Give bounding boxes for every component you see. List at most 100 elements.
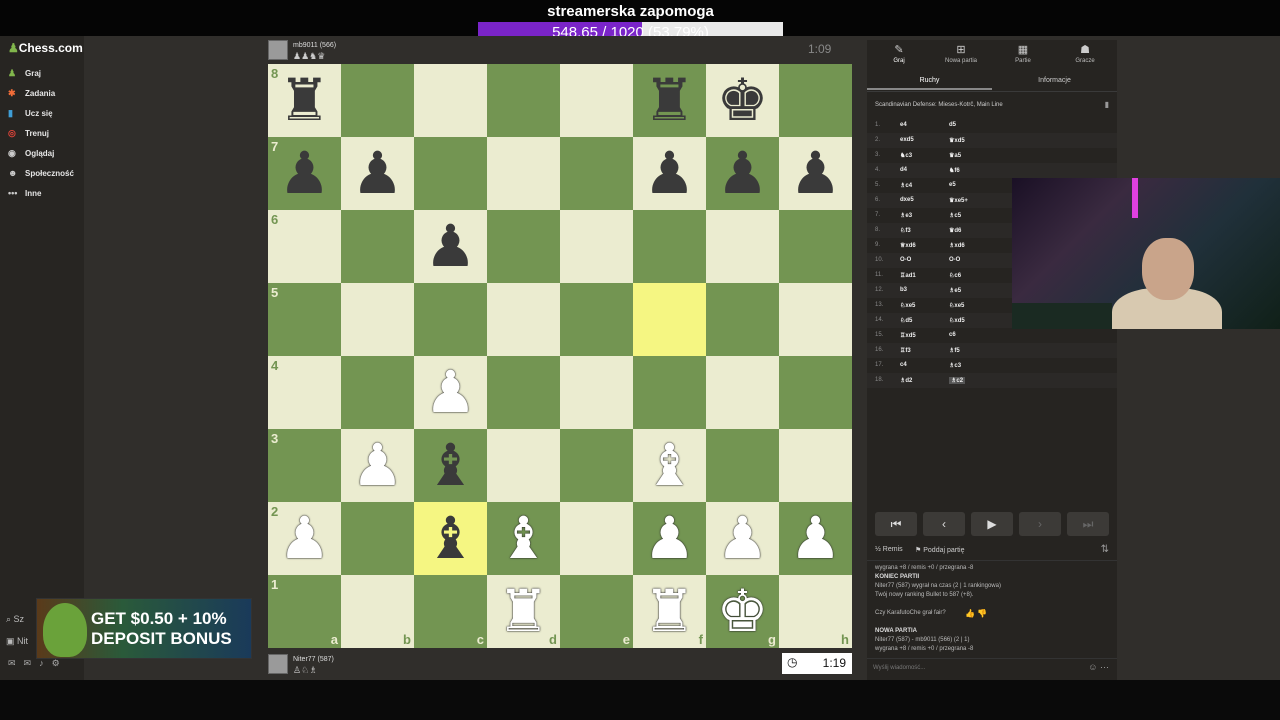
- white-bishop-piece[interactable]: ♝: [487, 502, 560, 575]
- offer-draw-button[interactable]: ½ Remis: [875, 546, 903, 553]
- square-e2[interactable]: [560, 502, 633, 575]
- subtab-info[interactable]: Informacje: [992, 77, 1117, 84]
- square-e5[interactable]: [560, 283, 633, 356]
- white-bishop-piece[interactable]: ♝: [633, 429, 706, 502]
- white-king-piece[interactable]: ♚: [706, 575, 779, 648]
- chat-input[interactable]: Wyślij wiadomość... ☺ ⋯: [867, 658, 1117, 676]
- square-d3[interactable]: [487, 429, 560, 502]
- inbox-icon[interactable]: ✉: [24, 658, 40, 668]
- black-move[interactable]: ♗f5: [949, 347, 960, 354]
- black-move[interactable]: ♘xe5: [949, 302, 964, 309]
- sidebar-search[interactable]: ⌕ Sz: [6, 614, 24, 625]
- black-move[interactable]: e5: [949, 182, 956, 188]
- gear-icon[interactable]: ⚙: [52, 658, 68, 668]
- sidebar-item-0[interactable]: ♟ Graj: [8, 68, 41, 84]
- white-rook-piece[interactable]: ♜: [633, 575, 706, 648]
- black-pawn-piece[interactable]: ♟: [633, 137, 706, 210]
- white-move[interactable]: ♖xd5: [900, 332, 916, 339]
- play-button[interactable]: ▶: [971, 512, 1013, 536]
- sidebar-item-2[interactable]: ▮ Ucz się: [8, 108, 53, 124]
- square-e1[interactable]: e: [560, 575, 633, 648]
- white-pawn-piece[interactable]: ♟: [633, 502, 706, 575]
- square-c4[interactable]: ♟: [414, 356, 487, 429]
- black-move[interactable]: ♗c3: [949, 362, 961, 369]
- square-h3[interactable]: [779, 429, 852, 502]
- white-move[interactable]: ♖f3: [900, 347, 911, 354]
- square-f4[interactable]: [633, 356, 706, 429]
- square-a7[interactable]: 7 ♟: [268, 137, 341, 210]
- square-h7[interactable]: ♟: [779, 137, 852, 210]
- top-player-name[interactable]: mb9011 (566): [293, 42, 336, 49]
- tab-3[interactable]: ☗ Gracze: [1054, 43, 1116, 64]
- deposit-bonus-ad[interactable]: GET $0.50 + 10% DEPOSIT BONUS: [36, 598, 252, 659]
- square-g1[interactable]: g ♚: [706, 575, 779, 648]
- tab-2[interactable]: ▦ Partie: [992, 43, 1054, 64]
- sidebar-footer-icons[interactable]: ✉✉♪⚙: [8, 658, 68, 669]
- square-h8[interactable]: [779, 64, 852, 137]
- square-f5[interactable]: [633, 283, 706, 356]
- black-pawn-piece[interactable]: ♟: [414, 210, 487, 283]
- white-pawn-piece[interactable]: ♟: [779, 502, 852, 575]
- white-move[interactable]: ♗d2: [900, 377, 912, 384]
- black-move[interactable]: ♘c6: [949, 272, 961, 279]
- square-a1[interactable]: 1a: [268, 575, 341, 648]
- black-rook-piece[interactable]: ♜: [268, 64, 341, 137]
- sidebar-item-5[interactable]: ☻ Społeczność: [8, 168, 74, 184]
- black-move[interactable]: ♗xd6: [949, 242, 965, 249]
- black-move[interactable]: ♛xd5: [949, 137, 965, 144]
- black-pawn-piece[interactable]: ♟: [268, 137, 341, 210]
- white-move[interactable]: e4: [900, 122, 907, 128]
- square-g7[interactable]: ♟: [706, 137, 779, 210]
- square-a2[interactable]: 2 ♟: [268, 502, 341, 575]
- square-h2[interactable]: ♟: [779, 502, 852, 575]
- square-d5[interactable]: [487, 283, 560, 356]
- square-a6[interactable]: 6: [268, 210, 341, 283]
- square-b3[interactable]: ♟: [341, 429, 414, 502]
- square-a3[interactable]: 3: [268, 429, 341, 502]
- white-move[interactable]: ♘d5: [900, 317, 912, 324]
- black-bishop-piece[interactable]: ♝: [414, 502, 487, 575]
- square-g4[interactable]: [706, 356, 779, 429]
- square-f1[interactable]: f ♜: [633, 575, 706, 648]
- square-g2[interactable]: ♟: [706, 502, 779, 575]
- sidebar-user[interactable]: ▣ Nit: [6, 636, 28, 647]
- white-pawn-piece[interactable]: ♟: [706, 502, 779, 575]
- square-b7[interactable]: ♟: [341, 137, 414, 210]
- black-pawn-piece[interactable]: ♟: [706, 137, 779, 210]
- black-pawn-piece[interactable]: ♟: [341, 137, 414, 210]
- square-a8[interactable]: 8 ♜: [268, 64, 341, 137]
- white-pawn-piece[interactable]: ♟: [341, 429, 414, 502]
- chesscom-logo[interactable]: ♟Chess.com: [8, 41, 83, 55]
- white-move[interactable]: ♗e3: [900, 212, 912, 219]
- square-c6[interactable]: ♟: [414, 210, 487, 283]
- black-bishop-piece[interactable]: ♝: [414, 429, 487, 502]
- sidebar-item-3[interactable]: ◎ Trenuj: [8, 128, 49, 144]
- bell-icon[interactable]: ♪: [39, 658, 52, 668]
- white-rook-piece[interactable]: ♜: [487, 575, 560, 648]
- square-g3[interactable]: [706, 429, 779, 502]
- black-move[interactable]: ♛d6: [949, 227, 961, 234]
- square-h4[interactable]: [779, 356, 852, 429]
- black-move[interactable]: c6: [949, 332, 956, 338]
- square-a4[interactable]: 4: [268, 356, 341, 429]
- square-f8[interactable]: ♜: [633, 64, 706, 137]
- square-e6[interactable]: [560, 210, 633, 283]
- avatar[interactable]: [268, 40, 288, 60]
- square-c2[interactable]: ♝: [414, 502, 487, 575]
- square-h1[interactable]: h: [779, 575, 852, 648]
- black-move[interactable]: d5: [949, 122, 956, 128]
- next-move-button[interactable]: ›: [1019, 512, 1061, 536]
- resign-button[interactable]: ⚑ Poddaj partię: [915, 546, 965, 554]
- square-d1[interactable]: d ♜: [487, 575, 560, 648]
- white-move[interactable]: ♖ad1: [900, 272, 916, 279]
- square-d7[interactable]: [487, 137, 560, 210]
- square-h5[interactable]: [779, 283, 852, 356]
- bottom-player-name[interactable]: Niter77 (587): [293, 656, 334, 663]
- square-d2[interactable]: ♝: [487, 502, 560, 575]
- square-c3[interactable]: ♝: [414, 429, 487, 502]
- fair-play-vote-icons[interactable]: 👍 👎: [965, 609, 987, 618]
- last-move-button[interactable]: ⏭: [1067, 512, 1109, 536]
- square-b5[interactable]: [341, 283, 414, 356]
- square-b1[interactable]: b: [341, 575, 414, 648]
- white-pawn-piece[interactable]: ♟: [414, 356, 487, 429]
